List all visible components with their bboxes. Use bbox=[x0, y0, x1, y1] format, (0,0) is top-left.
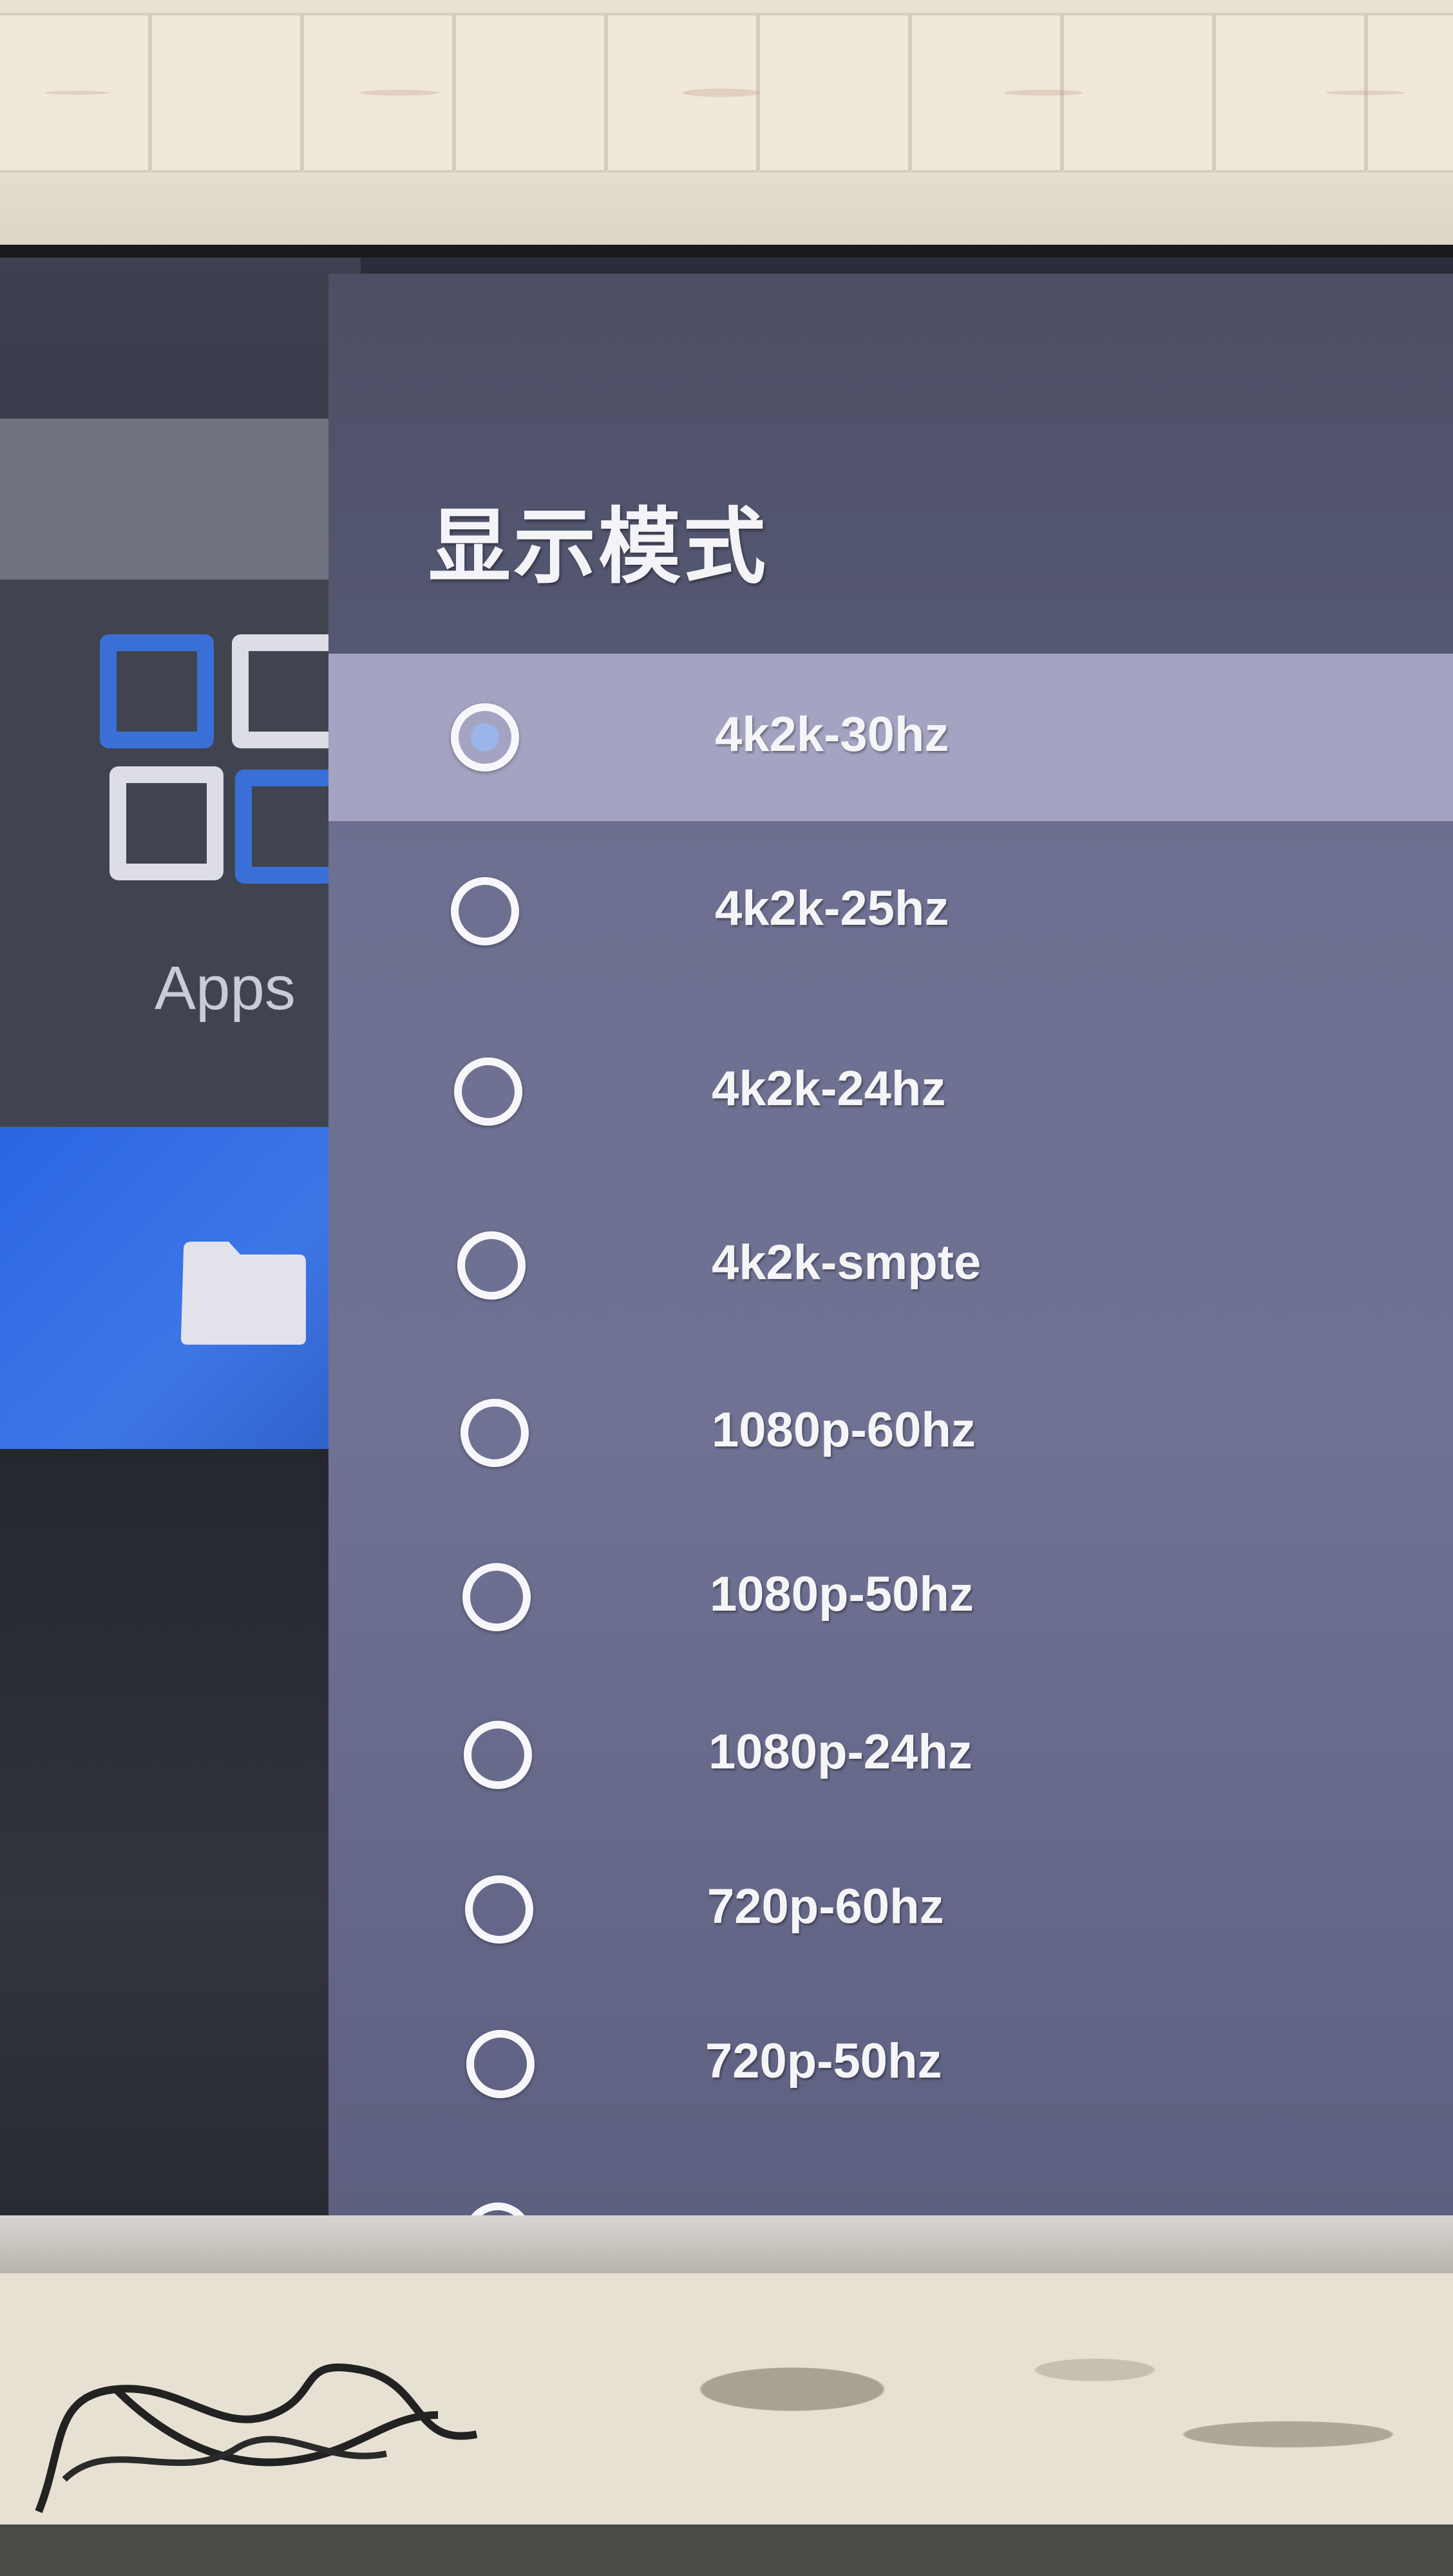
option-label: 1080p-60hz bbox=[712, 1403, 976, 1457]
option-label: 4k2k-smpte bbox=[712, 1235, 982, 1290]
radio-icon bbox=[465, 1875, 533, 1944]
option-label: 720p-50hz bbox=[705, 2034, 942, 2088]
floor-strip bbox=[0, 2524, 1453, 2576]
option-1080p-24hz[interactable]: 1080p-24hz bbox=[328, 1671, 1453, 1839]
apps-grid-icon bbox=[100, 634, 349, 884]
apps-label: Apps bbox=[155, 954, 296, 1023]
option-720p-60hz[interactable]: 720p-60hz bbox=[328, 1826, 1453, 1993]
radio-selected-icon bbox=[451, 703, 519, 772]
wall-tile-border bbox=[0, 13, 1453, 173]
option-label: 4k2k-25hz bbox=[715, 881, 949, 936]
page-title: 显示模式 bbox=[428, 499, 769, 595]
option-label: 720p-60hz bbox=[707, 1879, 944, 1934]
display-mode-panel: 显示模式 4k2k-30hz 4k2k-25hz 4k2k-24hz 4k2k-… bbox=[328, 274, 1453, 2215]
option-4k2k-25hz[interactable]: 4k2k-25hz bbox=[328, 834, 1453, 1001]
radio-icon bbox=[461, 1399, 529, 1467]
tv-bottom-frame bbox=[0, 2215, 1453, 2273]
launcher-tile-top[interactable] bbox=[0, 419, 335, 580]
option-1080p-60hz[interactable]: 1080p-60hz bbox=[328, 1349, 1453, 1517]
option-label: 1080p-50hz bbox=[710, 1567, 974, 1622]
radio-icon bbox=[451, 877, 519, 945]
launcher-lower-area bbox=[0, 1449, 361, 2215]
radio-icon-partial bbox=[464, 2202, 532, 2215]
launcher-sidebar: Apps 文件 bbox=[0, 258, 361, 2215]
wall bbox=[0, 0, 1453, 258]
option-label: 1080p-24hz bbox=[708, 1725, 973, 1779]
folder-icon bbox=[181, 1242, 306, 1345]
option-720p-50hz[interactable]: 720p-50hz bbox=[328, 1980, 1453, 2148]
panel-header: 显示模式 bbox=[328, 274, 1453, 654]
photo-scene: Apps 文件 显示模式 4k2k-30hz 4k2k-25hz bbox=[0, 0, 1453, 2576]
option-4k2k-smpte[interactable]: 4k2k-smpte bbox=[328, 1182, 1453, 1349]
radio-icon bbox=[466, 2030, 535, 2098]
option-label: 4k2k-24hz bbox=[712, 1061, 946, 1116]
radio-icon bbox=[457, 1231, 526, 1300]
radio-icon bbox=[454, 1057, 522, 1126]
option-4k2k-24hz[interactable]: 4k2k-24hz bbox=[328, 1008, 1453, 1175]
radio-icon bbox=[464, 1721, 532, 1789]
radio-icon bbox=[462, 1563, 531, 1631]
option-4k2k-30hz[interactable]: 4k2k-30hz bbox=[328, 654, 1453, 821]
option-1080p-50hz[interactable]: 1080p-50hz bbox=[328, 1513, 1453, 1681]
power-cable bbox=[35, 2363, 478, 2514]
option-label: 4k2k-30hz bbox=[715, 707, 949, 762]
tv-screen: Apps 文件 显示模式 4k2k-30hz 4k2k-25hz bbox=[0, 258, 1453, 2215]
